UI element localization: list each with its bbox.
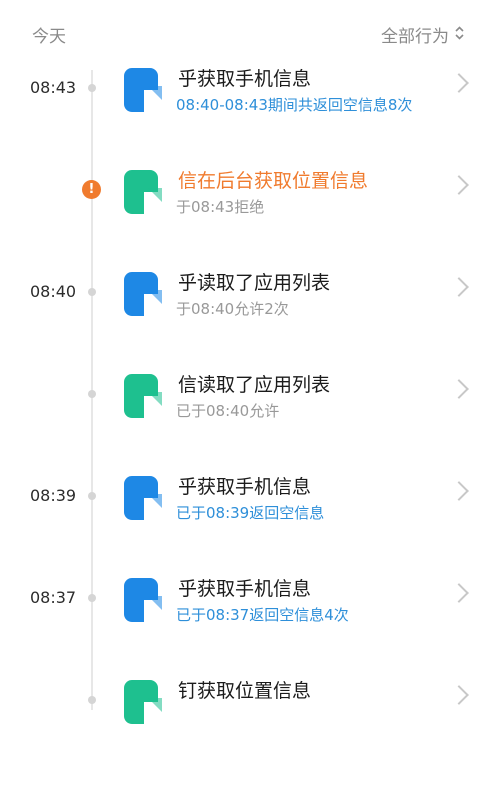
app-icon [118, 576, 174, 628]
timeline-dot [88, 594, 96, 602]
activity-title: 钉获取位置信息 [178, 680, 312, 702]
timeline-dot [88, 84, 96, 92]
header-bar: 今天 全部行为 [0, 0, 500, 64]
chevron-right-icon [449, 73, 469, 93]
event-time: 08:39 [30, 486, 77, 505]
timeline-dot [88, 492, 96, 500]
event-time: 08:40 [30, 282, 77, 301]
activity-detail: 于08:43拒绝 [176, 198, 265, 216]
timeline-dot [88, 696, 96, 704]
app-icon [118, 270, 174, 322]
timeline-dot [88, 288, 96, 296]
app-icon [118, 474, 174, 526]
activity-row[interactable]: 钉获取位置信息 [0, 680, 500, 802]
activity-detail: 已于08:39返回空信息 [176, 504, 325, 522]
activity-title: 信在后台获取位置信息 [178, 170, 369, 192]
up-down-chevron-icon [455, 25, 464, 42]
warning-icon: ! [82, 180, 101, 199]
activity-title: 信读取了应用列表 [178, 374, 331, 396]
app-icon [118, 66, 174, 118]
behavior-filter-button[interactable]: 全部行为 [381, 22, 464, 47]
activity-title: 乎获取手机信息 [178, 578, 312, 600]
app-icon [118, 678, 174, 730]
app-icon [118, 372, 174, 424]
activity-title: 乎获取手机信息 [178, 476, 312, 498]
timeline-dot [88, 390, 96, 398]
activity-detail: 已于08:40允许 [176, 402, 280, 420]
activity-title: 乎获取手机信息 [178, 68, 312, 90]
activity-detail: 于08:40允许2次 [176, 300, 289, 318]
filter-label: 全部行为 [381, 27, 449, 47]
event-time: 08:43 [30, 78, 77, 97]
date-label: 今天 [32, 27, 66, 47]
activity-title: 乎读取了应用列表 [178, 272, 331, 294]
event-time: 08:37 [30, 588, 77, 607]
activity-detail: 08:40-08:43期间共返回空信息8次 [176, 96, 413, 114]
app-icon [118, 168, 174, 220]
activity-detail: 已于08:37返回空信息4次 [176, 606, 349, 624]
